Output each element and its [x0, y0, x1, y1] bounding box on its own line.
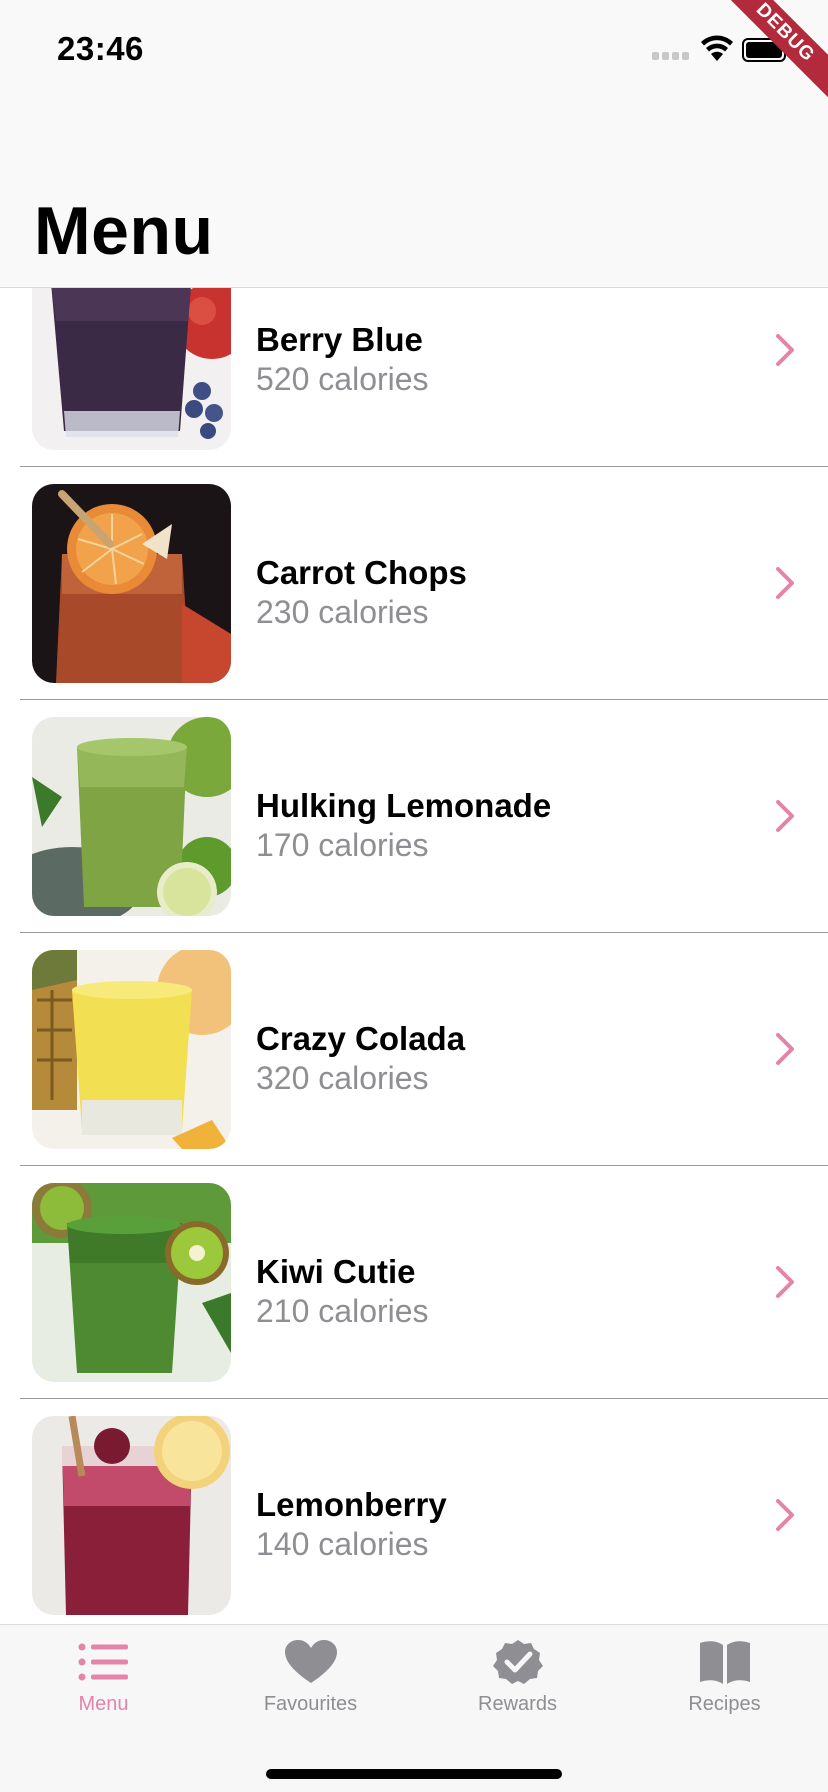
badge-check-icon [492, 1640, 543, 1684]
chevron-right-icon [776, 567, 794, 599]
item-name: Berry Blue [256, 321, 423, 358]
chevron-right-icon [776, 800, 794, 832]
tab-label: Favourites [263, 1693, 358, 1715]
chevron-right-icon [776, 1266, 794, 1298]
hulking-lemonade-image [32, 717, 231, 916]
item-name: Crazy Colada [256, 1020, 466, 1057]
screen: 23:46 DEBUG Menu Berry Blue 520 calories… [0, 0, 828, 1792]
item-name: Kiwi Cutie [256, 1253, 416, 1290]
cellular-signal-icon [652, 52, 692, 62]
tab-bar: Menu Favourites Rewards Recipes [0, 1624, 828, 1792]
item-calories: 520 calories [256, 361, 429, 397]
tab-menu[interactable]: Menu [0, 1639, 207, 1739]
tab-rewards[interactable]: Rewards [414, 1639, 621, 1739]
page-title: Menu [34, 193, 214, 269]
carrot-chops-image [32, 484, 231, 683]
list-icon [78, 1643, 128, 1681]
item-calories: 210 calories [256, 1293, 429, 1329]
book-icon [699, 1641, 750, 1684]
item-name: Lemonberry [256, 1486, 447, 1523]
home-indicator[interactable] [266, 1769, 562, 1779]
item-calories: 140 calories [256, 1526, 429, 1562]
list-item-carrot-chops[interactable]: Carrot Chops 230 calories [0, 467, 828, 700]
navigation-bar: Menu [0, 100, 828, 288]
wifi-icon [701, 35, 733, 61]
chevron-right-icon [776, 334, 794, 366]
crazy-colada-image [32, 950, 231, 1149]
tab-recipes[interactable]: Recipes [621, 1639, 828, 1739]
tab-favourites[interactable]: Favourites [207, 1639, 414, 1739]
list-item-hulking-lemonade[interactable]: Hulking Lemonade 170 calories [0, 700, 828, 933]
tab-label: Rewards [478, 1693, 557, 1715]
status-time: 23:46 [57, 30, 144, 67]
heart-icon [284, 1640, 337, 1683]
list-item-kiwi-cutie[interactable]: Kiwi Cutie 210 calories [0, 1166, 828, 1399]
list-item-berry-blue[interactable]: Berry Blue 520 calories [0, 288, 828, 467]
chevron-right-icon [776, 1033, 794, 1065]
chevron-right-icon [776, 1499, 794, 1531]
item-calories: 320 calories [256, 1060, 429, 1096]
kiwi-cutie-image [32, 1183, 231, 1382]
item-name: Hulking Lemonade [256, 787, 552, 824]
item-name: Carrot Chops [256, 554, 467, 591]
lemonberry-image [32, 1416, 231, 1615]
tab-label: Recipes [688, 1693, 761, 1715]
tab-label: Menu [78, 1693, 129, 1715]
list-item-lemonberry[interactable]: Lemonberry 140 calories [0, 1399, 828, 1624]
item-calories: 170 calories [256, 827, 429, 863]
menu-list[interactable]: Berry Blue 520 calories Carrot Chops 230… [0, 288, 828, 1624]
berry-blue-image [32, 288, 231, 450]
status-bar: 23:46 [0, 0, 828, 100]
list-item-crazy-colada[interactable]: Crazy Colada 320 calories [0, 933, 828, 1166]
item-calories: 230 calories [256, 594, 429, 630]
